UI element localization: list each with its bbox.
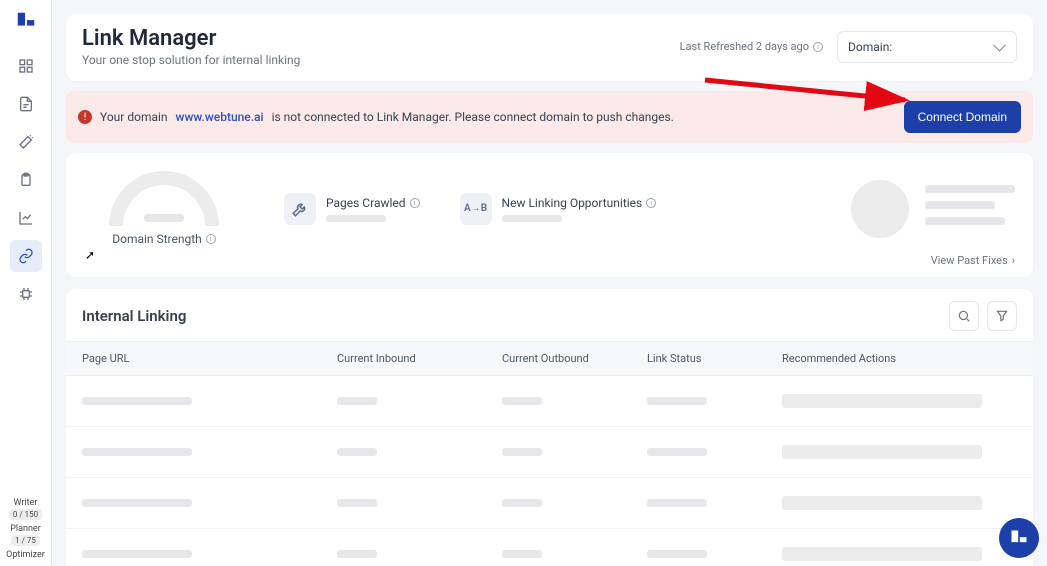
right-stat-block [851, 180, 1015, 238]
writer-label: Writer [9, 498, 42, 508]
writer-count: 0 / 150 [9, 509, 42, 520]
new-opportunities-block: A→B New Linking Opportunities [460, 193, 657, 225]
alert-prefix: Your domain [100, 110, 168, 124]
nav-clipboard[interactable] [10, 164, 42, 196]
table-row[interactable] [66, 478, 1033, 529]
chevron-right-icon: › [1012, 254, 1015, 267]
info-icon[interactable] [206, 234, 216, 244]
table-header-row: Page URL Current Inbound Current Outboun… [66, 341, 1033, 376]
page-title: Link Manager [82, 26, 300, 51]
info-icon[interactable] [646, 198, 656, 208]
col-current-inbound: Current Inbound [337, 352, 502, 365]
pages-crawled-block: Pages Crawled [284, 193, 420, 225]
internal-linking-card: Internal Linking Page URL Current Inboun… [66, 289, 1033, 566]
page-header: Link Manager Your one stop solution for … [66, 14, 1033, 81]
table-title: Internal Linking [82, 307, 186, 325]
view-past-label: View Past Fixes [931, 254, 1008, 267]
table-row[interactable] [66, 529, 1033, 566]
mouse-cursor: ➚ [85, 248, 95, 262]
gauge-icon [109, 171, 219, 226]
planner-label: Planner [10, 524, 41, 534]
nav-analytics[interactable] [10, 202, 42, 234]
col-current-outbound: Current Outbound [502, 352, 647, 365]
table-row[interactable] [66, 376, 1033, 427]
domain-select[interactable]: Domain: [837, 31, 1017, 63]
last-refreshed: Last Refreshed 2 days ago [680, 40, 823, 53]
planner-count: 1 / 75 [11, 535, 40, 546]
new-opps-label: New Linking Opportunities [502, 196, 643, 210]
table-row[interactable] [66, 427, 1033, 478]
main-content: Link Manager Your one stop solution for … [52, 0, 1047, 566]
placeholder [502, 215, 562, 222]
alert-banner: ! Your domain www.webtune.ai is not conn… [66, 91, 1033, 143]
app-logo [15, 10, 37, 36]
last-refreshed-text: Last Refreshed 2 days ago [680, 40, 809, 53]
search-button[interactable] [949, 301, 979, 331]
stats-card: Domain Strength Pages Crawled A→B New Li… [66, 153, 1033, 277]
nav-link-manager[interactable] [10, 240, 42, 272]
alert-suffix: is not connected to Link Manager. Please… [272, 110, 674, 124]
sidebar: Writer0 / 150 Planner1 / 75 Optimizer [0, 0, 52, 566]
a-to-b-icon: A→B [460, 193, 492, 225]
floating-logo[interactable] [999, 518, 1039, 558]
nav-document[interactable] [10, 88, 42, 120]
nav-processor[interactable] [10, 278, 42, 310]
connect-domain-button[interactable]: Connect Domain [904, 101, 1021, 133]
error-icon: ! [78, 110, 92, 124]
circle-placeholder [851, 180, 909, 238]
col-link-status: Link Status [647, 352, 782, 365]
info-icon[interactable] [410, 198, 420, 208]
placeholder [326, 215, 386, 222]
pages-crawled-label: Pages Crawled [326, 196, 406, 210]
sidebar-optimizer[interactable]: Optimizer [6, 550, 45, 560]
optimizer-label: Optimizer [6, 550, 45, 560]
view-past-fixes-link[interactable]: View Past Fixes › [84, 254, 1015, 267]
domain-select-label: Domain: [848, 40, 892, 54]
sidebar-writer[interactable]: Writer0 / 150 [9, 498, 42, 520]
filter-button[interactable] [987, 301, 1017, 331]
domain-strength-label: Domain Strength [112, 232, 202, 246]
lines-placeholder [925, 185, 1015, 233]
nav-magic[interactable] [10, 126, 42, 158]
nav-dashboard[interactable] [10, 50, 42, 82]
col-recommended-actions: Recommended Actions [782, 352, 1017, 365]
wrench-icon [284, 193, 316, 225]
sidebar-planner[interactable]: Planner1 / 75 [10, 524, 41, 546]
info-icon[interactable] [813, 42, 823, 52]
domain-strength-block: Domain Strength [84, 171, 244, 246]
page-subtitle: Your one stop solution for internal link… [82, 53, 300, 67]
alert-domain-link[interactable]: www.webtune.ai [176, 110, 264, 124]
col-page-url: Page URL [82, 352, 337, 365]
